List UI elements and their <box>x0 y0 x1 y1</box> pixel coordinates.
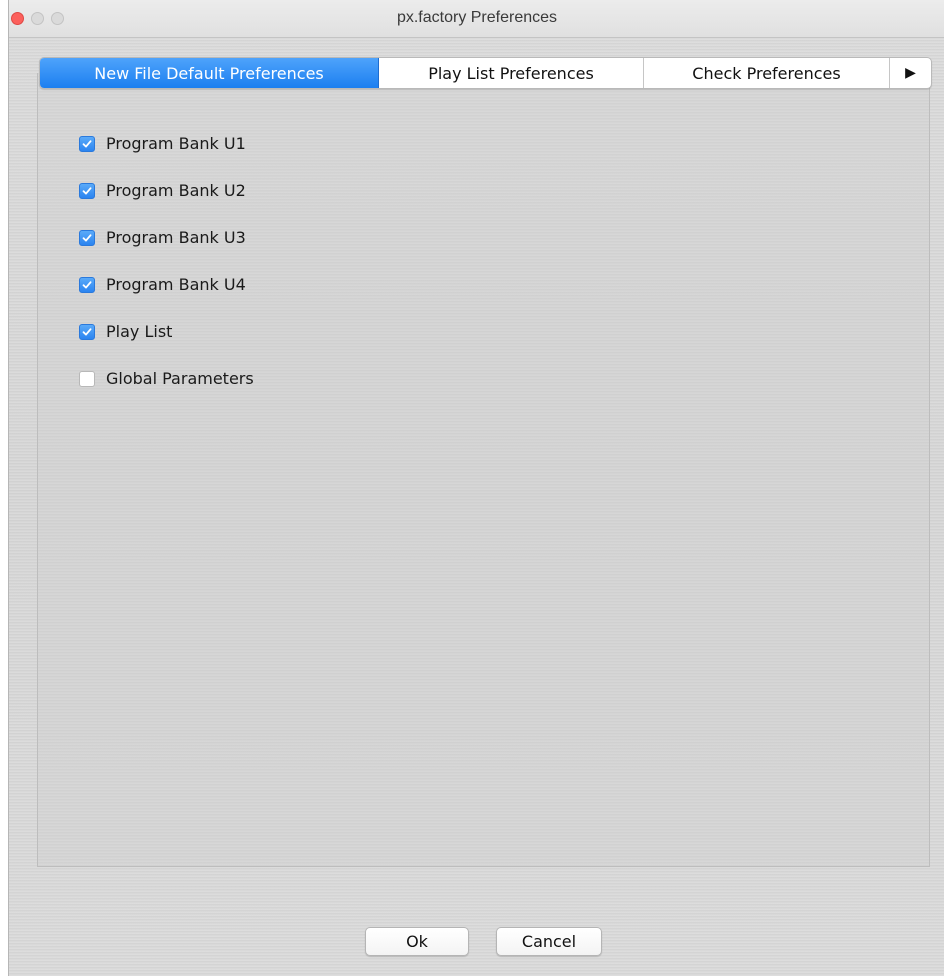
option-label: Program Bank U3 <box>106 228 246 247</box>
option-program-bank-u3[interactable]: Program Bank U3 <box>79 214 254 261</box>
checkmark-icon <box>82 280 92 288</box>
checkbox-program-bank-u2[interactable] <box>79 182 95 199</box>
option-program-bank-u2[interactable]: Program Bank U2 <box>79 167 254 214</box>
option-label: Global Parameters <box>106 369 254 388</box>
cancel-button[interactable]: Cancel <box>496 927 602 956</box>
option-global-parameters[interactable]: Global Parameters <box>79 355 254 402</box>
title-bar[interactable]: px.factory Preferences <box>9 0 944 38</box>
option-program-bank-u1[interactable]: Program Bank U1 <box>79 120 254 167</box>
checkbox-play-list[interactable] <box>79 323 95 340</box>
checkmark-icon <box>82 186 92 194</box>
ok-button[interactable]: Ok <box>365 927 469 956</box>
new-file-options-list: Program Bank U1 Program Bank U2 Program … <box>79 120 254 402</box>
preferences-tab-bar: New File Default Preferences Play List P… <box>39 57 932 89</box>
checkbox-program-bank-u3[interactable] <box>79 229 95 246</box>
option-label: Program Bank U1 <box>106 134 246 153</box>
preferences-window: px.factory Preferences New File Default … <box>8 0 944 976</box>
option-label: Program Bank U4 <box>106 275 246 294</box>
tab-check-preferences[interactable]: Check Preferences <box>644 58 890 88</box>
tab-scroll-right-arrow-icon[interactable]: ▶ <box>890 58 931 88</box>
tab-play-list-preferences[interactable]: Play List Preferences <box>379 58 644 88</box>
option-label: Program Bank U2 <box>106 181 246 200</box>
option-label: Play List <box>106 322 173 341</box>
checkmark-icon <box>82 327 92 335</box>
checkbox-global-parameters[interactable] <box>79 370 95 387</box>
option-program-bank-u4[interactable]: Program Bank U4 <box>79 261 254 308</box>
checkbox-program-bank-u4[interactable] <box>79 276 95 293</box>
checkmark-icon <box>82 233 92 241</box>
window-title: px.factory Preferences <box>396 9 558 26</box>
checkbox-program-bank-u1[interactable] <box>79 135 95 152</box>
tab-new-file-default-preferences[interactable]: New File Default Preferences <box>40 58 379 88</box>
option-play-list[interactable]: Play List <box>79 308 254 355</box>
checkmark-icon <box>82 139 92 147</box>
